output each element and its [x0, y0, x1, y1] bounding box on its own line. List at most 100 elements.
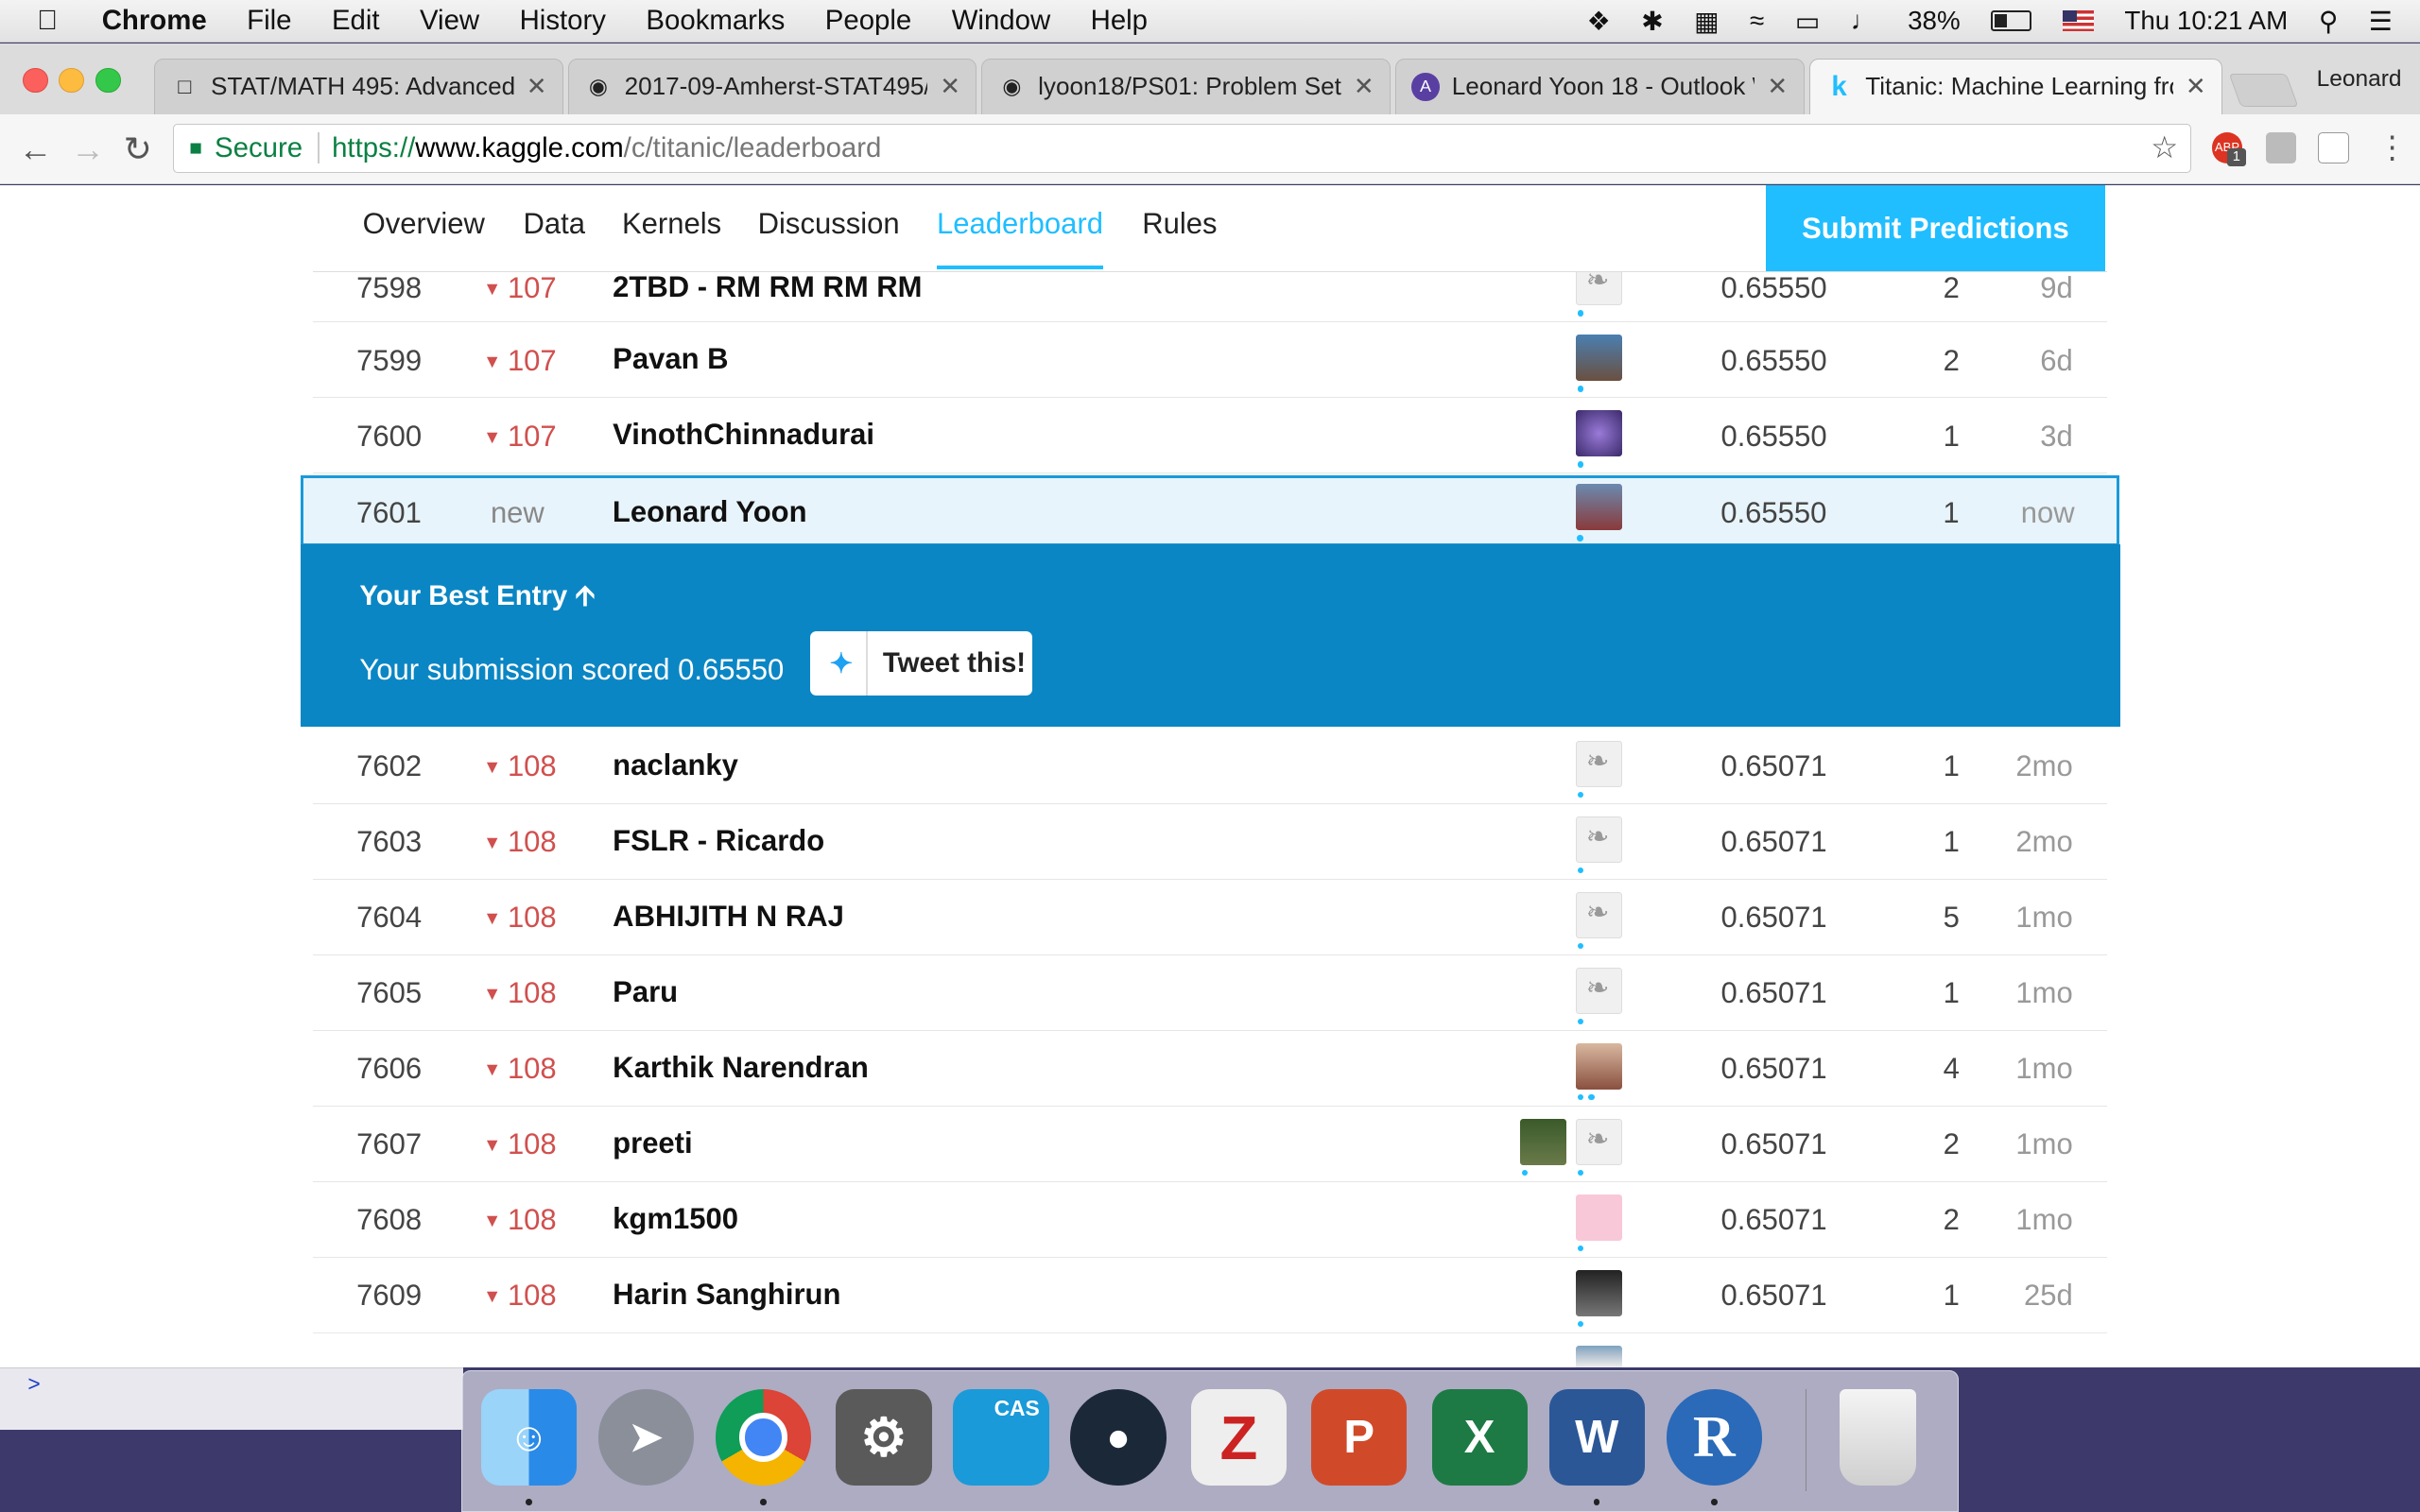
bluetooth-icon[interactable]: ✱ — [1641, 6, 1663, 37]
spotlight-search-icon[interactable]: ⚲ — [2319, 6, 2338, 37]
tab-outlook[interactable]: A Leonard Yoon 18 - Outlook W ✕ — [1394, 59, 1805, 114]
dropbox-icon[interactable]: ❖ — [1587, 6, 1611, 37]
airplay-icon[interactable]: ▭ — [1795, 6, 1820, 37]
avatar[interactable] — [1575, 1269, 1622, 1316]
avatar[interactable] — [1575, 816, 1622, 863]
address-bar[interactable]: ■ Secure https:// www.kaggle.com /c/tita… — [172, 123, 2192, 173]
table-row[interactable]: 7607 ▼108 preeti 0.65071 2 1mo — [313, 1107, 2107, 1182]
document-extension-icon[interactable] — [2318, 132, 2349, 164]
close-icon[interactable]: ✕ — [940, 72, 960, 101]
excel-icon[interactable]: X — [1431, 1389, 1528, 1486]
reload-icon[interactable]: ↻ — [124, 129, 152, 169]
close-icon[interactable]: ✕ — [2186, 72, 2206, 101]
tab-stat-math-495[interactable]: □ STAT/MATH 495: Advanced D ✕ — [154, 59, 563, 114]
powerpoint-icon[interactable]: P — [1311, 1389, 1408, 1486]
back-arrow-icon[interactable]: ← — [19, 129, 53, 169]
tab-rules[interactable]: Rules — [1142, 207, 1217, 268]
chrome-icon[interactable] — [715, 1389, 812, 1486]
tab-kernels[interactable]: Kernels — [622, 207, 721, 268]
menu-history[interactable]: History — [520, 5, 606, 37]
steam-icon[interactable]: ● — [1070, 1389, 1167, 1486]
extension-icon[interactable] — [2265, 132, 2297, 164]
r-console-window[interactable]: > — [0, 1366, 463, 1430]
avatar[interactable] — [1575, 1042, 1622, 1090]
table-row[interactable]: 7603 ▼108 FSLR - Ricardo 0.65071 1 2mo — [313, 804, 2107, 880]
table-row[interactable]: 7602 ▼108 naclanky 0.65071 1 2mo — [313, 729, 2107, 804]
avatar[interactable] — [1575, 1194, 1622, 1241]
avatar[interactable] — [1575, 484, 1622, 531]
menu-view[interactable]: View — [420, 5, 479, 37]
battery-icon[interactable] — [1991, 10, 2032, 32]
tab-github-amherst[interactable]: ◉ 2017-09-Amherst-STAT495/ ✕ — [567, 59, 977, 114]
menu-edit[interactable]: Edit — [332, 5, 380, 37]
tab-kaggle-titanic[interactable]: k Titanic: Machine Learning fro ✕ — [1808, 59, 2223, 114]
table-row[interactable]: 7609 ▼ 108 Harin Sanghirun 0.65071 1 25d — [313, 1258, 2107, 1333]
tab-leaderboard[interactable]: Leaderboard — [937, 207, 1103, 269]
team-name[interactable]: naclanky — [613, 748, 738, 782]
team-name[interactable]: kgm1500 — [613, 1202, 738, 1236]
avatar[interactable] — [1575, 891, 1622, 938]
tab-discussion[interactable]: Discussion — [758, 207, 900, 268]
avatar[interactable] — [1575, 335, 1622, 382]
team-name[interactable]: Harin Sanghirun — [613, 1278, 840, 1312]
volume-icon[interactable]: ♩ — [1851, 6, 1877, 36]
close-icon[interactable]: ✕ — [1767, 72, 1788, 101]
notification-center-icon[interactable]: ☰ — [2369, 6, 2393, 37]
menu-help[interactable]: Help — [1091, 5, 1148, 37]
menu-file[interactable]: File — [247, 5, 291, 37]
launchpad-icon[interactable]: ➤ — [597, 1389, 695, 1486]
table-row[interactable]: 7608 ▼ 108 kgm1500 0.65071 2 1mo — [313, 1182, 2107, 1258]
avatar[interactable] — [1575, 740, 1622, 787]
tab-overview[interactable]: Overview — [363, 207, 485, 268]
close-icon[interactable]: ✕ — [527, 72, 547, 101]
chrome-menu-icon[interactable]: ⋮ — [2377, 129, 2408, 165]
new-tab-button[interactable] — [2228, 74, 2299, 107]
team-name[interactable]: Paru — [613, 975, 678, 1009]
close-icon[interactable]: ✕ — [1354, 72, 1374, 101]
battery-percent[interactable]: 38% — [1908, 6, 1961, 36]
team-name[interactable]: Karthik Narendran — [613, 1051, 869, 1085]
my-entry-row[interactable]: 7601 new Leonard Yoon 0.65550 1 now — [301, 474, 2119, 546]
word-icon[interactable]: W — [1548, 1389, 1645, 1486]
system-preferences-icon[interactable]: ⚙ — [836, 1389, 932, 1486]
team-name[interactable]: FSLR - Ricardo — [613, 824, 824, 858]
tab-github-ps01[interactable]: ◉ lyoon18/PS01: Problem Set 0 ✕ — [981, 59, 1392, 114]
team-name[interactable]: 2TBD - RM RM RM RM — [613, 270, 922, 304]
clock[interactable]: Thu 10:21 AM — [2124, 6, 2288, 36]
wifi-icon[interactable]: ≈ — [1750, 6, 1764, 36]
tab-data[interactable]: Data — [523, 207, 585, 268]
window-zoom-button[interactable] — [95, 67, 121, 94]
zotero-icon[interactable]: Z — [1190, 1389, 1288, 1486]
trash-icon[interactable] — [1839, 1389, 1917, 1486]
table-row[interactable]: 7604 ▼108 ABHIJITH N RAJ 0.65071 5 1mo — [313, 880, 2107, 955]
profile-button[interactable]: Leonard — [2317, 66, 2402, 93]
table-row[interactable]: 7600 ▼ 107 VinothChinnadurai 0.65550 1 3d — [313, 398, 2107, 474]
team-name[interactable]: preeti — [613, 1126, 692, 1160]
avatar[interactable] — [1520, 1118, 1567, 1165]
table-row[interactable]: 7599 ▼ 107 Pavan B 0.65550 2 6d — [313, 322, 2107, 399]
avatar[interactable] — [1575, 410, 1622, 457]
cas-icon[interactable]: CAS — [953, 1389, 1049, 1486]
team-name[interactable]: Leonard Yoon — [613, 495, 807, 529]
submit-predictions-button[interactable]: Submit Predictions — [1765, 184, 2105, 272]
window-minimize-button[interactable] — [59, 67, 84, 94]
team-name[interactable]: Pavan B — [613, 342, 728, 376]
team-name[interactable]: ABHIJITH N RAJ — [613, 900, 844, 934]
apple-logo-icon[interactable]:  — [37, 5, 68, 37]
table-row[interactable]: 7606 ▼ 108 Karthik Narendran 0.65071 4 1m… — [313, 1031, 2107, 1107]
forward-arrow-icon[interactable]: → — [71, 129, 105, 169]
menu-app-chrome[interactable]: Chrome — [102, 5, 207, 37]
bookmark-star-icon[interactable]: ☆ — [2151, 129, 2178, 165]
menu-window[interactable]: Window — [952, 5, 1050, 37]
table-row[interactable]: 7605 ▼108 Paru 0.65071 1 1mo — [313, 955, 2107, 1031]
avatar[interactable] — [1575, 1118, 1622, 1165]
team-name[interactable]: VinothChinnadurai — [613, 418, 874, 452]
finder-icon[interactable]: ☺ — [480, 1389, 577, 1486]
avatar[interactable] — [1575, 967, 1622, 1014]
menu-bookmarks[interactable]: Bookmarks — [646, 5, 785, 37]
r-icon[interactable]: R — [1666, 1389, 1762, 1486]
menu-people[interactable]: People — [825, 5, 911, 37]
window-close-button[interactable] — [23, 67, 48, 94]
keyboard-icon[interactable]: ▦ — [1694, 6, 1719, 37]
flag-icon[interactable] — [2063, 10, 2094, 31]
